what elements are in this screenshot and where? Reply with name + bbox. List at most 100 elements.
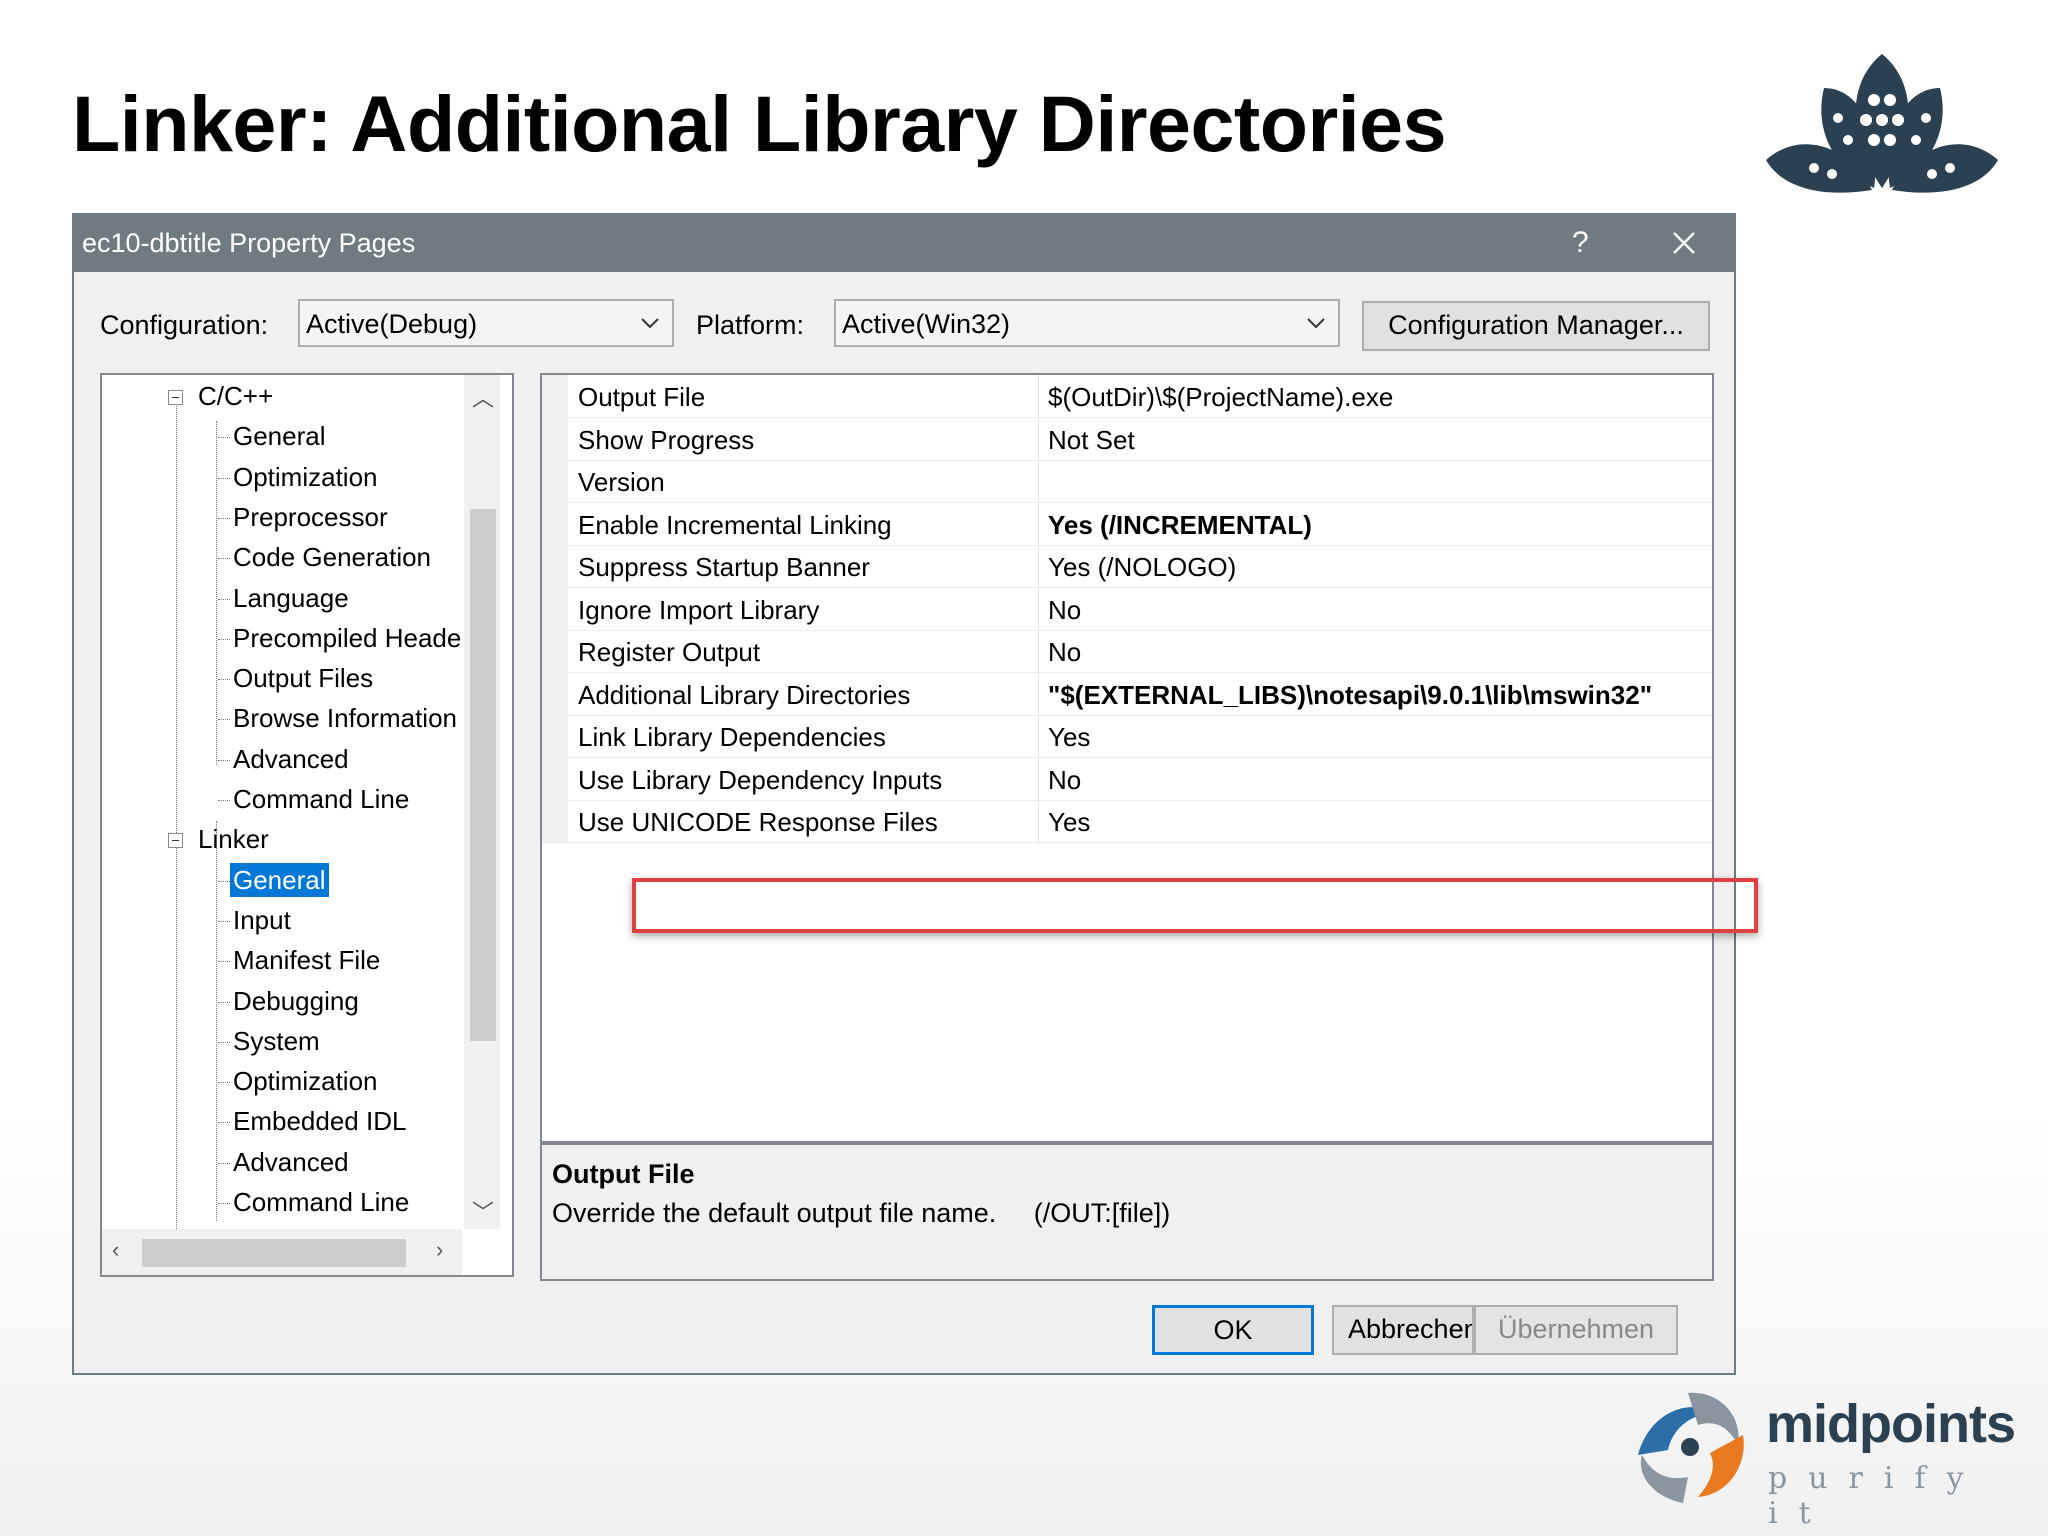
- platform-select[interactable]: Active(Win32): [834, 299, 1340, 347]
- tree-guide-line: [216, 421, 217, 765]
- scroll-left-icon[interactable]: ‹: [112, 1237, 119, 1263]
- property-row[interactable]: Show Progress Not Set: [542, 417, 1712, 461]
- tree-vertical-scrollbar[interactable]: ︿ ﹀: [464, 375, 500, 1229]
- property-value[interactable]: Yes: [1048, 722, 1090, 753]
- cancel-button[interactable]: Abbrechen: [1332, 1305, 1474, 1355]
- property-row[interactable]: Suppress Startup Banner Yes (/NOLOGO): [542, 545, 1712, 588]
- tree-item[interactable]: Command Line: [233, 782, 409, 816]
- property-value[interactable]: Yes (/NOLOGO): [1048, 552, 1236, 583]
- row-gutter: [542, 545, 568, 587]
- apply-button[interactable]: Übernehmen: [1474, 1305, 1678, 1355]
- property-row[interactable]: Version: [542, 460, 1712, 503]
- scroll-down-icon[interactable]: ﹀: [472, 1195, 494, 1227]
- tree-item[interactable]: General: [233, 419, 326, 453]
- tree-item[interactable]: Advanced: [233, 742, 349, 776]
- tree-category[interactable]: C/C++: [198, 379, 273, 413]
- property-pages-dialog: ec10-dbtitle Property Pages ? Configurat…: [72, 213, 1758, 1375]
- tree-item[interactable]: Browse Information: [233, 701, 457, 735]
- brand-tagline: purify it: [1768, 1461, 1985, 1531]
- property-row[interactable]: Additional Library Directories "$(EXTERNA…: [542, 672, 1712, 716]
- tree-item[interactable]: Optimization: [233, 460, 378, 494]
- row-gutter: [542, 417, 568, 460]
- tree-branch-line: [218, 679, 230, 681]
- tree-branch-line: [218, 517, 230, 519]
- vertical-scroll-thumb[interactable]: [470, 509, 496, 1041]
- dialog-title: ec10-dbtitle Property Pages: [82, 228, 416, 258]
- tree-item[interactable]: Manifest File: [233, 943, 380, 977]
- description-text: Override the default output file name. (…: [552, 1198, 1171, 1228]
- tree-item[interactable]: Output Files: [233, 661, 373, 695]
- tree-guide-line: [216, 821, 217, 1221]
- description-title: Output File: [552, 1159, 695, 1189]
- configuration-manager-button[interactable]: Configuration Manager...: [1362, 301, 1710, 351]
- row-gutter: [542, 502, 568, 545]
- tree-category[interactable]: Linker: [198, 822, 269, 856]
- tree-branch-line: [218, 1162, 230, 1164]
- tree-branch-line: [218, 1001, 230, 1003]
- property-name: Output File: [578, 382, 706, 412]
- column-separator: [1038, 460, 1039, 502]
- property-name: Link Library Dependencies: [578, 722, 886, 752]
- property-row[interactable]: Output File $(OutDir)\$(ProjectName).exe: [542, 375, 1712, 418]
- horizontal-scroll-thumb[interactable]: [142, 1239, 406, 1267]
- tree-item[interactable]: Embedded IDL: [233, 1104, 406, 1138]
- tree-branch-line: [218, 638, 230, 640]
- tree-item[interactable]: Preprocessor: [233, 500, 388, 534]
- property-row[interactable]: Ignore Import Library No: [542, 587, 1712, 631]
- tree-item[interactable]: Optimization: [233, 1064, 378, 1098]
- property-value[interactable]: "$(EXTERNAL_LIBS)\notesapi\9.0.1\lib\msw…: [1048, 680, 1652, 711]
- property-grid: Output File $(OutDir)\$(ProjectName).exe S…: [540, 373, 1714, 1143]
- property-row[interactable]: Register Output No: [542, 630, 1712, 673]
- property-value[interactable]: No: [1048, 637, 1081, 668]
- property-value[interactable]: $(OutDir)\$(ProjectName).exe: [1048, 382, 1393, 413]
- configuration-value: Active(Debug): [306, 309, 478, 339]
- description-panel: Output File Override the default output …: [540, 1143, 1714, 1281]
- tree-item[interactable]: Advanced: [233, 1145, 349, 1179]
- configuration-select[interactable]: Active(Debug): [298, 299, 674, 347]
- property-row[interactable]: Link Library Dependencies Yes: [542, 715, 1712, 758]
- tree-item[interactable]: Code Generation: [233, 540, 431, 574]
- tree-item[interactable]: Precompiled Heade: [233, 621, 461, 655]
- property-tree: C/C++ General Optimization Preprocessor Code…: [100, 373, 514, 1277]
- row-gutter: [542, 375, 568, 417]
- column-separator: [1038, 672, 1039, 715]
- row-gutter: [542, 715, 568, 757]
- tree-branch-line: [218, 1082, 230, 1084]
- platform-label: Platform:: [696, 310, 805, 340]
- tree-item[interactable]: Language: [233, 581, 349, 615]
- scroll-up-icon[interactable]: ︿: [472, 381, 494, 413]
- dialog-titlebar[interactable]: ec10-dbtitle Property Pages ?: [74, 215, 1734, 272]
- tree-guide-line: [176, 399, 177, 1229]
- tree-branch-line: [218, 759, 230, 761]
- ok-button[interactable]: OK: [1152, 1305, 1314, 1355]
- tree-item[interactable]: Command Line: [233, 1185, 409, 1219]
- property-value[interactable]: No: [1048, 595, 1081, 626]
- close-icon[interactable]: [1664, 223, 1704, 263]
- row-gutter: [542, 672, 568, 715]
- property-name: Use UNICODE Response Files: [578, 807, 938, 837]
- collapse-icon[interactable]: [168, 833, 183, 849]
- property-row[interactable]: Use Library Dependency Inputs No: [542, 757, 1712, 801]
- property-value[interactable]: No: [1048, 765, 1081, 796]
- property-value[interactable]: Yes: [1048, 807, 1090, 838]
- property-row[interactable]: Use UNICODE Response Files Yes: [542, 800, 1712, 843]
- collapse-icon[interactable]: [168, 390, 183, 405]
- column-separator: [1038, 502, 1039, 545]
- row-gutter: [542, 800, 568, 842]
- column-separator: [1038, 757, 1039, 800]
- row-gutter: [542, 460, 568, 502]
- tree-item[interactable]: System: [233, 1024, 320, 1058]
- tree-item[interactable]: Debugging: [233, 984, 359, 1018]
- scroll-right-icon[interactable]: ›: [436, 1237, 443, 1263]
- tree-horizontal-scrollbar[interactable]: ‹ ›: [102, 1229, 462, 1275]
- property-row[interactable]: Enable Incremental Linking Yes (/INCREMEN…: [542, 502, 1712, 546]
- property-value[interactable]: Not Set: [1048, 425, 1135, 456]
- tree-item[interactable]: Input: [233, 903, 291, 937]
- tree-branch-line: [218, 880, 230, 882]
- help-button[interactable]: ?: [1572, 226, 1589, 260]
- property-value[interactable]: Yes (/INCREMENTAL): [1048, 510, 1312, 541]
- tree-branch-line: [218, 558, 230, 560]
- tree-item[interactable]: General: [230, 862, 329, 897]
- tree-branch-line: [218, 1041, 230, 1043]
- property-name: Suppress Startup Banner: [578, 552, 870, 582]
